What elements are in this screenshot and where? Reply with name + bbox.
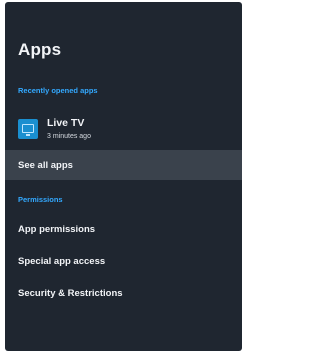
app-last-opened: 3 minutes ago (47, 133, 91, 140)
tv-icon (18, 119, 38, 139)
app-permissions-item[interactable]: App permissions (5, 214, 242, 244)
recent-apps-header: Recently opened apps (18, 86, 98, 95)
see-all-apps-item[interactable]: See all apps (5, 150, 242, 180)
app-permissions-label: App permissions (18, 223, 96, 235)
security-restrictions-item[interactable]: Security & Restrictions (5, 278, 242, 308)
see-all-apps-label: See all apps (18, 159, 73, 171)
recent-app-live-tv[interactable]: Live TV 3 minutes ago (5, 111, 242, 149)
special-app-access-item[interactable]: Special app access (5, 246, 242, 276)
special-app-access-label: Special app access (18, 255, 106, 267)
security-restrictions-label: Security & Restrictions (18, 287, 123, 299)
permissions-header: Permissions (18, 195, 63, 204)
page-title: Apps (18, 40, 62, 59)
apps-settings-panel: Apps Recently opened apps Live TV 3 minu… (5, 2, 242, 351)
app-name: Live TV (47, 117, 85, 129)
